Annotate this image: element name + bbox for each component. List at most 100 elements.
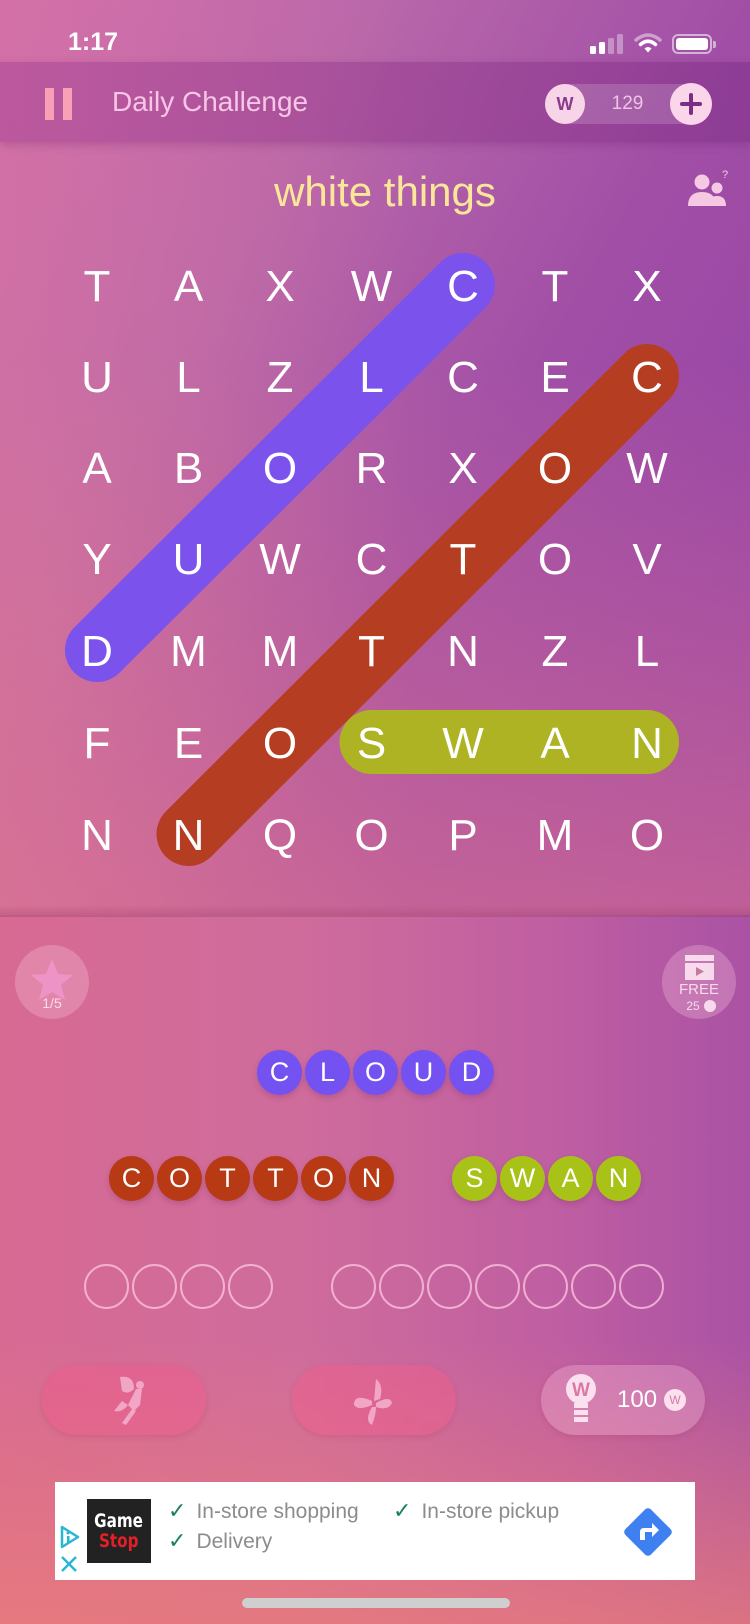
grid-cell[interactable]: O <box>630 811 664 860</box>
word-letter-tile: O <box>301 1156 346 1201</box>
grid-cell[interactable]: R <box>356 444 388 493</box>
empty-letter-slot <box>331 1264 376 1309</box>
grid-cell[interactable]: N <box>447 627 479 676</box>
hint-cost: 100 <box>617 1386 658 1413</box>
grid-cell[interactable]: B <box>174 444 203 493</box>
ad-feature: ✓ Delivery <box>168 1528 273 1553</box>
empty-letter-slot <box>132 1264 177 1309</box>
grid-cell[interactable]: M <box>537 811 574 860</box>
word-letter-tile: L <box>305 1050 350 1095</box>
check-icon: ✓ <box>393 1498 412 1523</box>
grid-cell[interactable]: N <box>173 811 205 860</box>
empty-letter-slot <box>619 1264 664 1309</box>
grid-cell[interactable]: X <box>632 262 661 311</box>
word-letter-tile: C <box>109 1156 154 1201</box>
grid-cell[interactable]: E <box>540 353 569 402</box>
svg-text:W: W <box>572 1380 590 1401</box>
grid-cell[interactable]: O <box>538 444 572 493</box>
letter-grid[interactable]: T A X W C T XU L Z L C E CA B O R X O WY U W C T O VD M M T N Z LF E O S W… <box>0 0 750 915</box>
grid-cell[interactable]: C <box>631 353 663 402</box>
empty-letter-slot <box>523 1264 568 1309</box>
hidden-word-slot <box>84 1264 276 1309</box>
grid-cell[interactable]: O <box>263 719 297 768</box>
grid-cell[interactable]: L <box>176 353 200 402</box>
word-letter-tile: O <box>353 1050 398 1095</box>
grid-cell[interactable]: C <box>447 353 479 402</box>
grid-cell[interactable]: A <box>540 719 570 768</box>
grid-cell[interactable]: T <box>542 262 569 311</box>
grid-cell[interactable]: M <box>262 627 299 676</box>
check-icon: ✓ <box>168 1498 187 1523</box>
grid-cell[interactable]: O <box>354 811 388 860</box>
ad-banner[interactable]: Game Stop ✓ In-store shopping ✓ In-store p… <box>55 1482 695 1580</box>
home-indicator[interactable] <box>242 1598 510 1608</box>
grid-cell[interactable]: L <box>635 627 659 676</box>
hidden-word-slot <box>331 1264 667 1309</box>
grid-cell[interactable]: W <box>626 444 668 493</box>
stars-progress-button[interactable]: 1/5 <box>15 945 89 1019</box>
grid-cell[interactable]: N <box>81 811 113 860</box>
word-letter-tile: T <box>253 1156 298 1201</box>
grid-cell[interactable]: W <box>259 535 301 584</box>
empty-letter-slot <box>427 1264 472 1309</box>
grid-cell[interactable]: N <box>631 719 663 768</box>
fairy-powerup-button[interactable] <box>42 1365 206 1435</box>
grid-cell[interactable]: A <box>82 444 112 493</box>
butterfly-powerup-button[interactable] <box>292 1365 456 1435</box>
grid-cell[interactable]: V <box>632 535 662 584</box>
grid-cell[interactable]: T <box>358 627 385 676</box>
adchoices-icon[interactable] <box>59 1524 81 1550</box>
grid-cell[interactable]: L <box>359 353 383 402</box>
free-label: FREE <box>678 981 719 998</box>
word-letter-tile: S <box>452 1156 497 1201</box>
word-letter-tile: C <box>257 1050 302 1095</box>
free-video-button[interactable]: FREE 25 <box>662 945 736 1019</box>
grid-cell[interactable]: A <box>174 262 204 311</box>
grid-cell[interactable]: S <box>357 719 386 768</box>
lightbulb-icon: W <box>566 1374 596 1422</box>
grid-cell[interactable]: C <box>356 535 388 584</box>
empty-letter-slot <box>571 1264 616 1309</box>
found-word-cotton: COTTON <box>109 1156 397 1201</box>
found-word-swan: SWAN <box>452 1156 644 1201</box>
ad-close-icon[interactable] <box>59 1554 79 1574</box>
grid-cell[interactable]: W <box>442 719 484 768</box>
grid-cell[interactable]: U <box>81 353 113 402</box>
grid-cell[interactable]: W <box>351 262 393 311</box>
hint-button[interactable]: W 100 W <box>541 1365 705 1435</box>
coin-icon: W <box>664 1389 686 1411</box>
grid-cell[interactable]: Z <box>542 627 569 676</box>
ad-feature: ✓ In-store pickup <box>393 1498 560 1523</box>
grid-cell[interactable]: X <box>265 262 294 311</box>
empty-letter-slot <box>379 1264 424 1309</box>
word-letter-tile: D <box>449 1050 494 1095</box>
word-letter-tile: N <box>596 1156 641 1201</box>
grid-cell[interactable]: T <box>84 262 111 311</box>
grid-cell[interactable]: U <box>173 535 205 584</box>
grid-cell[interactable]: O <box>263 444 297 493</box>
found-word-cloud: CLOUD <box>257 1050 497 1095</box>
coin-icon <box>704 1000 716 1012</box>
empty-letter-slot <box>180 1264 225 1309</box>
grid-cell[interactable]: C <box>447 262 479 311</box>
grid-cell[interactable]: X <box>448 444 477 493</box>
empty-letter-slot <box>475 1264 520 1309</box>
grid-cell[interactable]: Y <box>82 535 111 584</box>
word-letter-tile: N <box>349 1156 394 1201</box>
word-letter-tile: T <box>205 1156 250 1201</box>
ad-feature: ✓ In-store shopping <box>168 1498 359 1523</box>
grid-cell[interactable]: O <box>538 535 572 584</box>
fairy-icon <box>114 1376 144 1425</box>
grid-cell[interactable]: Q <box>263 811 297 860</box>
grid-cell[interactable]: F <box>84 719 111 768</box>
grid-cell[interactable]: M <box>170 627 207 676</box>
directions-icon[interactable] <box>620 1504 676 1560</box>
butterfly-icon <box>354 1379 392 1425</box>
word-letter-tile: O <box>157 1156 202 1201</box>
grid-cell[interactable]: E <box>174 719 203 768</box>
grid-cell[interactable]: P <box>448 811 477 860</box>
grid-cell[interactable]: T <box>450 535 477 584</box>
word-letter-tile: U <box>401 1050 446 1095</box>
grid-cell[interactable]: Z <box>267 353 294 402</box>
grid-cell[interactable]: D <box>81 627 113 676</box>
